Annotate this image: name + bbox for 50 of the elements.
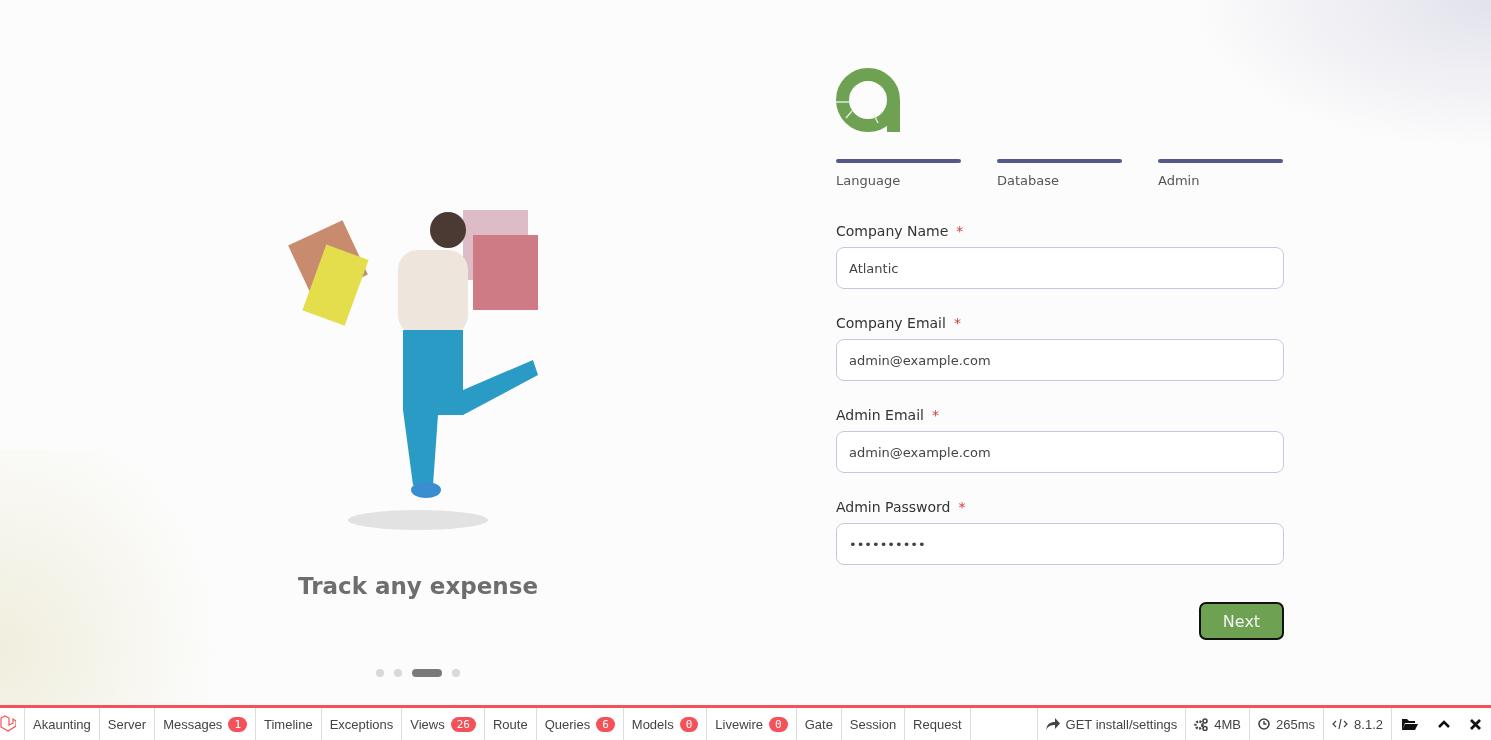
carousel-dot[interactable] <box>376 669 384 677</box>
code-icon <box>1332 718 1349 730</box>
debugbar-tab[interactable]: Views <box>410 716 445 732</box>
input-field[interactable]: Atlantic <box>836 247 1284 289</box>
caret-up-icon[interactable] <box>1438 720 1450 728</box>
status-text: 4MB <box>1214 716 1242 732</box>
debugbar-tab[interactable]: Session <box>849 716 897 732</box>
share-arrow-icon <box>1045 718 1060 730</box>
step-label: Admin <box>1158 173 1201 188</box>
debugbar-tab[interactable]: Messages <box>163 716 223 732</box>
debugbar-tab[interactable]: Gate <box>804 716 833 732</box>
debugbar-tab[interactable]: Timeline <box>264 716 313 732</box>
debugbar-tab[interactable]: Livewire <box>715 716 764 732</box>
step-label: Database <box>997 173 1061 188</box>
field-label: Company Name <box>836 223 949 239</box>
required-mark: * <box>931 407 939 423</box>
required-mark: * <box>958 499 966 515</box>
gears-icon <box>1194 717 1209 731</box>
required-mark: * <box>953 315 961 331</box>
carousel-dot[interactable] <box>394 669 402 677</box>
logo-icon <box>836 68 900 132</box>
debugbar-tab[interactable]: Server <box>107 716 147 732</box>
slide-caption: Track any expense <box>298 573 538 599</box>
count-badge: 0 <box>769 716 788 732</box>
status-text: GET install/settings <box>1065 716 1178 732</box>
debugbar-tab[interactable]: Route <box>492 716 528 732</box>
field-label: Admin Email <box>836 407 924 423</box>
debugbar-tab[interactable]: Request <box>913 716 962 732</box>
status-text: 265ms <box>1276 716 1316 732</box>
count-badge: 0 <box>679 716 699 732</box>
debugbar-tab[interactable]: Queries <box>544 716 591 732</box>
close-icon[interactable] <box>1470 718 1481 730</box>
field-label: Admin Password <box>836 499 951 515</box>
clock-icon <box>1258 718 1271 730</box>
status-text: 8.1.2 <box>1354 716 1383 732</box>
step-label: Language <box>836 173 902 188</box>
input-field[interactable]: •••••••••• <box>836 523 1284 565</box>
debugbar-tab[interactable]: Models <box>631 716 674 732</box>
count-badge: 6 <box>596 716 615 732</box>
laravel-logo-icon[interactable] <box>0 715 16 733</box>
field-label: Company Email <box>836 315 946 331</box>
count-badge: 1 <box>228 716 247 732</box>
folder-icon[interactable] <box>1402 718 1418 730</box>
carousel-dot[interactable] <box>452 669 460 677</box>
required-mark: * <box>956 223 964 239</box>
count-badge: 26 <box>450 716 476 732</box>
debugbar-tab[interactable]: Akaunting <box>33 716 91 732</box>
input-field[interactable]: admin@example.com <box>836 431 1284 473</box>
debugbar-tab[interactable]: Exceptions <box>329 716 394 732</box>
input-field[interactable]: admin@example.com <box>836 339 1284 381</box>
